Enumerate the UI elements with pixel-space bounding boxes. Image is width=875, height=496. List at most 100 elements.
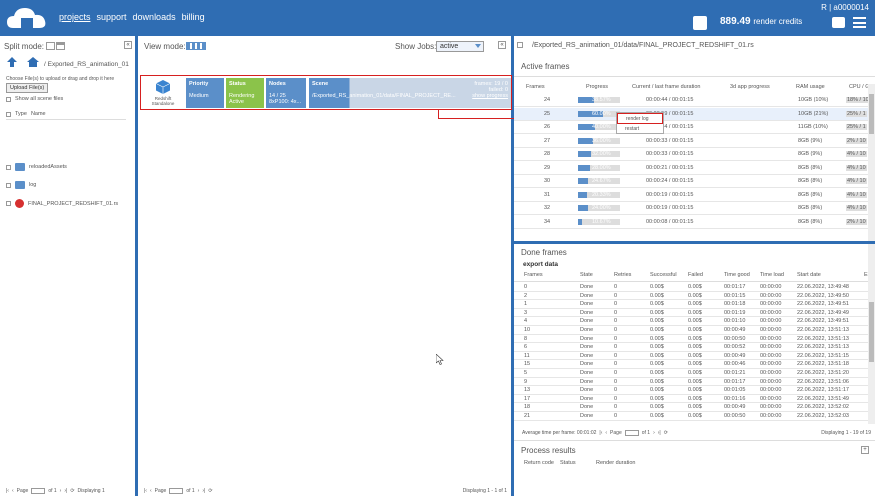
table-row[interactable]: 10 Done 0 0.00$ 0.00$ 00:00:49 00:00:00 22.06.2…: [514, 326, 875, 335]
table-row[interactable]: 2 Done 0 0.00$ 0.00$ 00:01:15 00:00:00 22.06.20…: [514, 292, 875, 301]
collapse-icon[interactable]: «: [124, 41, 132, 49]
column-header[interactable]: Time load: [760, 272, 784, 278]
last-page-icon[interactable]: ›|: [64, 488, 67, 494]
file-name[interactable]: reloadedAssets: [29, 164, 67, 170]
collapse-icon[interactable]: «: [498, 41, 506, 49]
grid-view-icon[interactable]: [186, 42, 206, 50]
table-row[interactable]: 21 Done 0 0.00$ 0.00$ 00:00:50 00:00:00 22.06.2…: [514, 412, 875, 421]
table-row[interactable]: 6 Done 0 0.00$ 0.00$ 00:00:52 00:00:00 22.06.20…: [514, 343, 875, 352]
column-header[interactable]: Frames: [524, 272, 543, 278]
nav-projects[interactable]: projects: [59, 12, 91, 22]
next-page-icon[interactable]: ›: [60, 488, 62, 494]
col-type[interactable]: Type: [15, 111, 27, 117]
table-row[interactable]: 3 Done 0 0.00$ 0.00$ 00:01:19 00:00:00 22.06.20…: [514, 309, 875, 318]
table-row[interactable]: 4 Done 0 0.00$ 0.00$ 00:01:10 00:00:00 22.06.20…: [514, 317, 875, 326]
table-row[interactable]: 32 24.00% 00:00:19 / 00:01:15 8GB (8%) 4% / …: [514, 202, 875, 215]
split-horizontal-icon[interactable]: [56, 42, 65, 50]
up-arrow-icon[interactable]: [6, 56, 18, 68]
column-header[interactable]: Successful: [650, 272, 677, 278]
row-checkbox[interactable]: [6, 201, 11, 206]
column-header[interactable]: Current / last frame duration: [632, 84, 700, 90]
bell-icon[interactable]: [693, 16, 707, 30]
hamburger-menu-icon[interactable]: [853, 17, 866, 28]
table-row[interactable]: 28 32.00% 00:00:33 / 00:01:15 8GB (9%) 4% / …: [514, 148, 875, 161]
table-row[interactable]: 18 Done 0 0.00$ 0.00$ 00:00:49 00:00:00 22.06.2…: [514, 403, 875, 412]
upload-files-button[interactable]: Upload File(s): [6, 83, 49, 93]
table-row[interactable]: 8 Done 0 0.00$ 0.00$ 00:00:50 00:00:00 22.06.20…: [514, 335, 875, 344]
first-page-icon[interactable]: |‹: [6, 488, 9, 494]
file-row[interactable]: FINAL_PROJECT_REDSHIFT_01.rs: [6, 199, 118, 208]
split-vertical-icon[interactable]: [46, 42, 55, 50]
priority-cell[interactable]: Priority Medium: [186, 78, 224, 108]
current-path[interactable]: / Exported_RS_animation_01: [44, 61, 136, 68]
next-page-icon[interactable]: ›: [198, 488, 200, 494]
export-data-link[interactable]: export data: [523, 261, 558, 268]
table-row[interactable]: 31 20.33% 00:00:19 / 00:01:15 8GB (8%) 4% / …: [514, 189, 875, 202]
show-jobs-select[interactable]: active: [436, 41, 484, 52]
table-row[interactable]: 9 Done 0 0.00$ 0.00$ 00:01:17 00:00:00 22.06.20…: [514, 378, 875, 387]
show-all-scene-files[interactable]: Show all scene files: [6, 96, 63, 102]
expand-icon[interactable]: +: [861, 446, 869, 454]
last-page-icon[interactable]: ›|: [202, 488, 205, 494]
table-row[interactable]: 13 Done 0 0.00$ 0.00$ 00:01:05 00:00:00 22.06.2…: [514, 386, 875, 395]
row-checkbox[interactable]: [6, 182, 11, 188]
page-input[interactable]: [624, 430, 639, 436]
column-header[interactable]: Failed: [688, 272, 703, 278]
file-row[interactable]: log: [6, 181, 36, 189]
scroll-thumb[interactable]: [869, 302, 874, 362]
column-header[interactable]: Retries: [614, 272, 631, 278]
page-input[interactable]: [31, 488, 46, 494]
expand-icon[interactable]: [517, 42, 523, 48]
table-row[interactable]: 11 Done 0 0.00$ 0.00$ 00:00:49 00:00:00 22.06.2…: [514, 352, 875, 361]
file-row[interactable]: reloadedAssets: [6, 163, 67, 171]
chevron-down-icon[interactable]: [475, 44, 481, 48]
column-header[interactable]: Progress: [586, 84, 608, 90]
show-all-checkbox[interactable]: [6, 96, 11, 102]
nav-billing[interactable]: billing: [182, 12, 205, 22]
table-row[interactable]: 34 10.67% 00:00:08 / 00:01:15 8GB (8%) 2% / …: [514, 216, 875, 229]
table-row[interactable]: 5 Done 0 0.00$ 0.00$ 00:01:21 00:00:00 22.06.20…: [514, 369, 875, 378]
last-page-icon[interactable]: ›|: [658, 430, 661, 436]
select-all-checkbox[interactable]: [6, 111, 11, 117]
split-bar[interactable]: [514, 241, 875, 244]
column-header[interactable]: 3d app progress: [730, 84, 770, 90]
first-page-icon[interactable]: |‹: [599, 430, 602, 436]
table-row[interactable]: 29 28.00% 00:00:21 / 00:01:15 8GB (8%) 4% / …: [514, 162, 875, 175]
table-row[interactable]: 15 Done 0 0.00$ 0.00$ 00:00:46 00:00:00 22.06.2…: [514, 360, 875, 369]
column-header[interactable]: State: [580, 272, 593, 278]
table-row[interactable]: 30 24.67% 00:00:24 / 00:01:15 8GB (8%) 4% / …: [514, 175, 875, 188]
refresh-icon[interactable]: ⟳: [70, 488, 74, 494]
table-row[interactable]: 26 40.00% 00:01:04 / 00:01:15 11GB (10%) 25%…: [514, 121, 875, 134]
show-progress-link[interactable]: show progress: [472, 93, 508, 99]
job-card[interactable]: Redshift Standalone Priority Medium Statu…: [140, 75, 512, 110]
nav-support[interactable]: support: [97, 12, 127, 22]
first-page-icon[interactable]: |‹: [144, 488, 147, 494]
row-checkbox[interactable]: [6, 164, 11, 170]
column-header[interactable]: Frames: [526, 84, 545, 90]
nodes-cell[interactable]: Nodes 14 / 25 8xP100: 4x...: [266, 78, 306, 108]
chat-icon[interactable]: [832, 17, 845, 28]
menu-item-render-log[interactable]: render log: [617, 113, 663, 124]
table-row[interactable]: 17 Done 0 0.00$ 0.00$ 00:01:16 00:00:00 22.06.2…: [514, 395, 875, 404]
page-input[interactable]: [169, 488, 184, 494]
column-header[interactable]: Start date: [797, 272, 821, 278]
column-header[interactable]: Time good: [724, 272, 750, 278]
cloud-logo-icon[interactable]: [5, 4, 49, 32]
account-id[interactable]: R | a0000014: [821, 3, 869, 12]
next-page-icon[interactable]: ›: [653, 430, 655, 436]
table-row[interactable]: 1 Done 0 0.00$ 0.00$ 00:01:18 00:00:00 22.06.20…: [514, 300, 875, 309]
refresh-icon[interactable]: ⟳: [664, 430, 668, 436]
done-scrollbar[interactable]: [868, 272, 875, 424]
table-row[interactable]: 24 38.57% 00:00:44 / 00:01:15 10GB (10%) 18%…: [514, 94, 875, 107]
prev-page-icon[interactable]: ‹: [12, 488, 14, 494]
scene-cell[interactable]: Scene /Exported_RS_animation_01/data/FIN…: [309, 78, 511, 108]
table-row[interactable]: 27 36.00% 00:00:33 / 00:01:15 8GB (9%) 2% / …: [514, 135, 875, 148]
refresh-icon[interactable]: ⟳: [208, 488, 212, 494]
column-header[interactable]: RAM usage: [796, 84, 825, 90]
file-name[interactable]: FINAL_PROJECT_REDSHIFT_01.rs: [28, 201, 118, 207]
column-header[interactable]: Return code: [524, 460, 554, 466]
file-name[interactable]: log: [29, 182, 36, 188]
menu-item-restart[interactable]: restart: [617, 124, 663, 135]
home-icon[interactable]: [26, 56, 40, 68]
prev-page-icon[interactable]: ‹: [605, 430, 607, 436]
